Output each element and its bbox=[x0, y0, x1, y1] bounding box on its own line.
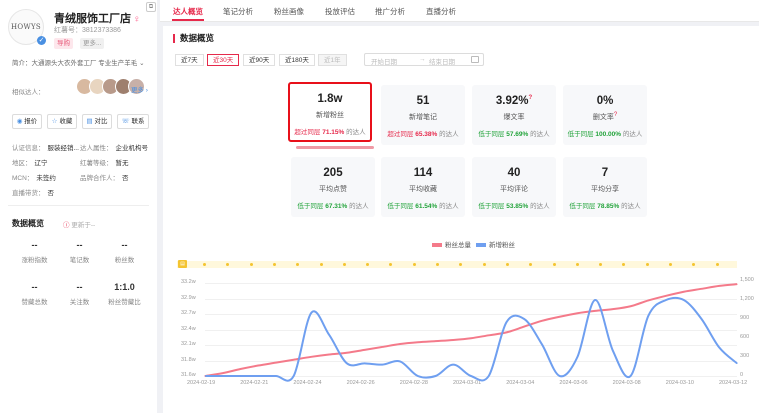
point-fans-total[interactable] bbox=[204, 375, 206, 377]
point-fans-new[interactable] bbox=[381, 364, 383, 366]
point-fans-new[interactable] bbox=[222, 375, 224, 377]
point-fans-total[interactable] bbox=[612, 308, 614, 310]
series-fans-new bbox=[205, 296, 738, 382]
point-fans-total[interactable] bbox=[452, 339, 454, 341]
point-fans-new[interactable] bbox=[364, 362, 366, 364]
point-fans-total[interactable] bbox=[346, 352, 348, 354]
point-fans-new[interactable] bbox=[452, 364, 454, 366]
line-chart bbox=[204, 283, 738, 382]
point-fans-total[interactable] bbox=[381, 346, 383, 348]
point-fans-total[interactable] bbox=[576, 312, 579, 314]
point-fans-total[interactable] bbox=[505, 331, 508, 334]
point-fans-new[interactable] bbox=[257, 375, 259, 377]
point-fans-total[interactable] bbox=[399, 343, 401, 345]
point-fans-new[interactable] bbox=[541, 343, 543, 345]
point-fans-new[interactable] bbox=[665, 299, 667, 301]
point-fans-total[interactable] bbox=[736, 283, 738, 285]
point-fans-new[interactable] bbox=[576, 356, 579, 358]
point-fans-new[interactable] bbox=[505, 321, 508, 323]
point-fans-total[interactable] bbox=[328, 353, 330, 356]
series-fans-total bbox=[204, 283, 738, 377]
point-fans-new[interactable] bbox=[683, 299, 685, 301]
point-fans-new[interactable] bbox=[594, 299, 596, 301]
point-fans-total[interactable] bbox=[239, 368, 242, 370]
point-fans-new[interactable] bbox=[239, 375, 242, 377]
app-root: HOWYS ✓ 青绒服饰工厂店 ♀ 红薯号：3812373386 导购 更多...… bbox=[0, 0, 759, 413]
point-fans-total[interactable] bbox=[310, 356, 312, 358]
point-fans-new[interactable] bbox=[488, 375, 490, 377]
point-fans-total[interactable] bbox=[630, 305, 632, 307]
point-fans-new[interactable] bbox=[470, 375, 472, 377]
point-fans-total[interactable] bbox=[541, 320, 543, 322]
point-fans-total[interactable] bbox=[647, 299, 649, 302]
point-fans-total[interactable] bbox=[488, 334, 490, 336]
point-fans-total[interactable] bbox=[275, 362, 277, 364]
point-fans-total[interactable] bbox=[417, 341, 419, 343]
point-fans-total[interactable] bbox=[594, 310, 596, 312]
point-fans-new[interactable] bbox=[434, 375, 437, 377]
point-fans-new[interactable] bbox=[559, 375, 561, 377]
point-fans-total[interactable] bbox=[683, 291, 685, 293]
point-fans-total[interactable] bbox=[700, 288, 703, 290]
point-fans-new[interactable] bbox=[293, 375, 295, 377]
point-fans-total[interactable] bbox=[257, 364, 259, 367]
point-fans-new[interactable] bbox=[275, 375, 277, 377]
point-fans-new[interactable] bbox=[523, 318, 525, 320]
point-fans-total[interactable] bbox=[470, 337, 472, 339]
point-fans-new[interactable] bbox=[310, 312, 312, 314]
point-fans-new[interactable] bbox=[328, 334, 330, 336]
point-fans-total[interactable] bbox=[364, 349, 366, 351]
point-fans-new[interactable] bbox=[346, 362, 348, 364]
point-fans-total[interactable] bbox=[293, 359, 295, 361]
point-fans-new[interactable] bbox=[612, 350, 614, 352]
point-fans-new[interactable] bbox=[718, 346, 720, 349]
point-fans-new[interactable] bbox=[399, 360, 401, 363]
point-fans-total[interactable] bbox=[434, 340, 437, 342]
point-fans-total[interactable] bbox=[222, 372, 224, 374]
point-fans-new[interactable] bbox=[417, 375, 419, 377]
point-fans-total[interactable] bbox=[559, 316, 561, 318]
point-fans-new[interactable] bbox=[700, 318, 703, 320]
point-fans-total[interactable] bbox=[665, 295, 667, 297]
point-fans-new[interactable] bbox=[647, 315, 649, 317]
point-fans-total[interactable] bbox=[718, 285, 720, 287]
point-fans-total[interactable] bbox=[523, 325, 525, 328]
point-fans-new[interactable] bbox=[736, 362, 738, 364]
point-fans-new[interactable] bbox=[630, 375, 632, 377]
